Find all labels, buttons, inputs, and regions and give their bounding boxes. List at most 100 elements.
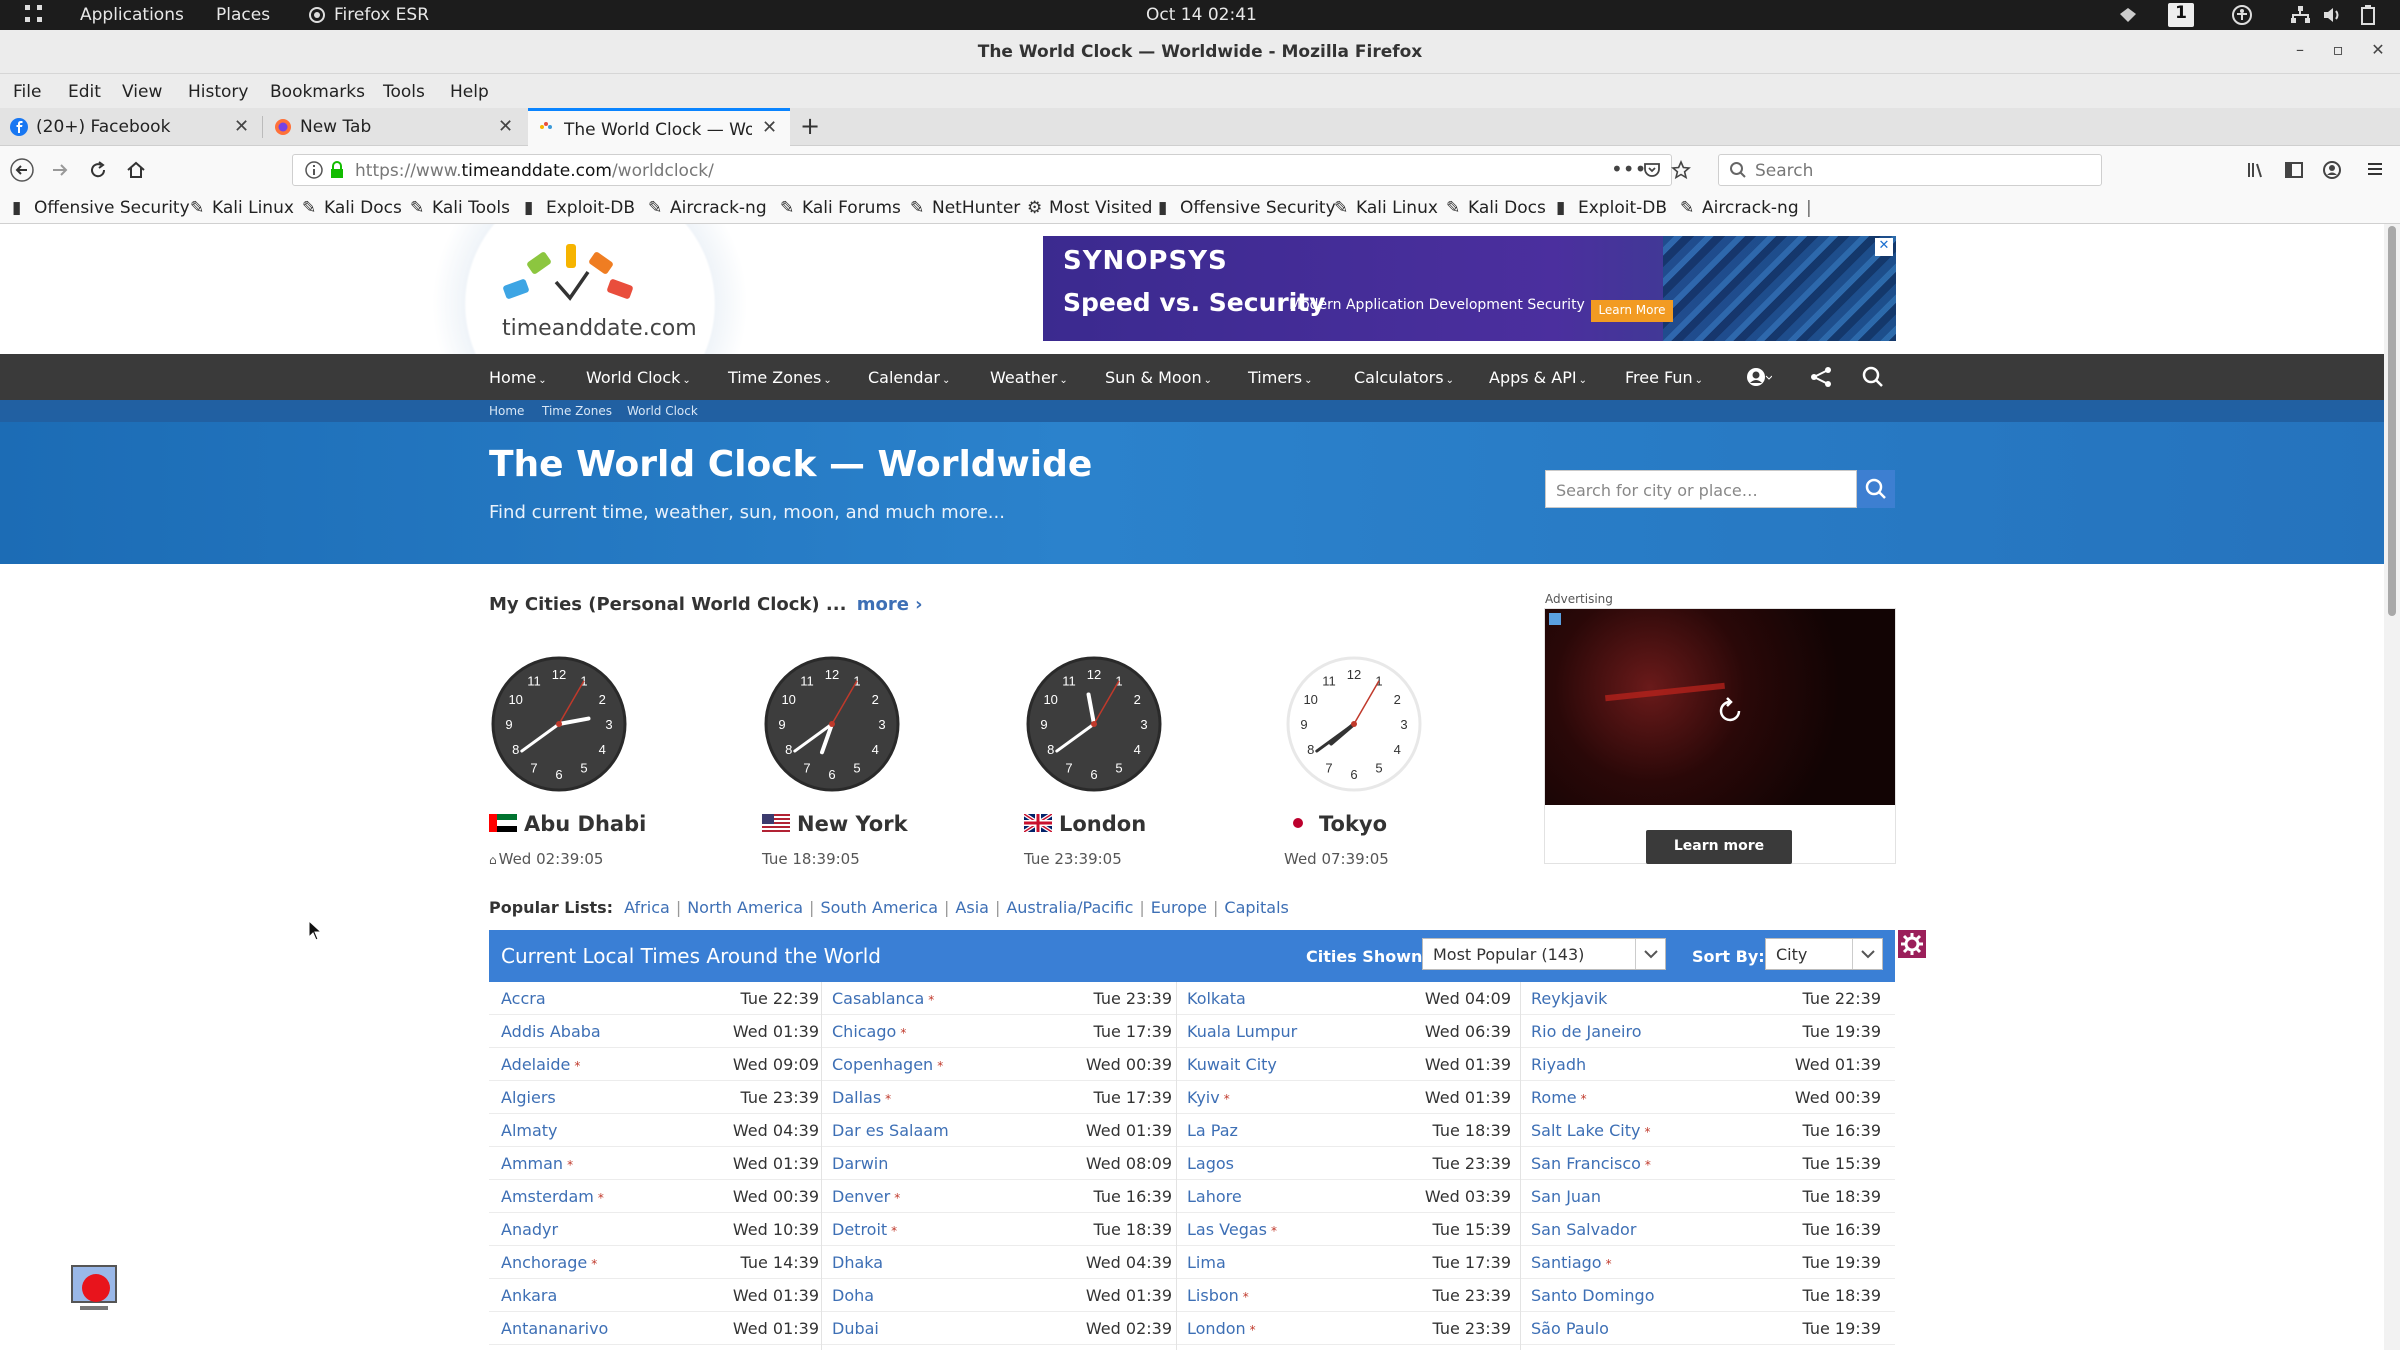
- city-link[interactable]: Casablanca *: [832, 989, 934, 1008]
- city-link[interactable]: Kyiv *: [1187, 1088, 1230, 1107]
- city-link[interactable]: Kolkata: [1187, 989, 1246, 1008]
- popular-list-link[interactable]: South America: [820, 898, 938, 917]
- share-icon[interactable]: [1810, 366, 1832, 388]
- city-link[interactable]: London *: [1187, 1319, 1256, 1338]
- bookmark-item[interactable]: ✎ Kali Tools: [410, 198, 510, 218]
- analog-clock[interactable]: 123456789101112: [762, 654, 902, 794]
- menu-edit[interactable]: Edit: [68, 82, 101, 102]
- breadcrumb-world-clock[interactable]: World Clock: [627, 404, 698, 418]
- city-name[interactable]: Tokyo: [1319, 812, 1387, 836]
- page-actions-icon[interactable]: •••: [1611, 157, 1646, 181]
- bookmark-item[interactable]: ▮ Offensive Security: [12, 198, 190, 218]
- url-bar[interactable]: https://www.timeanddate.com/worldclock/ …: [292, 154, 1691, 186]
- popular-list-link[interactable]: Europe: [1151, 898, 1207, 917]
- tab-world-clock[interactable]: The World Clock — Wor ✕: [528, 108, 790, 146]
- menu-tools[interactable]: Tools: [383, 82, 425, 102]
- city-search-input[interactable]: Search for city or place…: [1545, 470, 1857, 508]
- network-icon[interactable]: [2290, 5, 2310, 25]
- analog-clock[interactable]: 123456789101112: [1024, 654, 1164, 794]
- city-link[interactable]: Antananarivo: [501, 1319, 608, 1338]
- minimize-button[interactable]: –: [2288, 40, 2312, 59]
- city-link[interactable]: Darwin: [832, 1154, 888, 1173]
- browser-search-box[interactable]: Search: [1718, 154, 2102, 186]
- info-icon[interactable]: [305, 161, 323, 179]
- city-link[interactable]: São Paulo: [1531, 1319, 1609, 1338]
- bookmark-item[interactable]: ✎ Kali Docs: [1446, 198, 1546, 218]
- city-link[interactable]: Santiago *: [1531, 1253, 1612, 1272]
- city-link[interactable]: Accra: [501, 989, 546, 1008]
- new-tab-button[interactable]: +: [800, 112, 820, 140]
- bookmark-item[interactable]: ✎ Aircrack-ng: [1680, 198, 1799, 218]
- active-app-label[interactable]: Firefox ESR: [334, 5, 429, 25]
- network-tray-icon[interactable]: [2118, 6, 2138, 24]
- cities-shown-select[interactable]: Most Popular (143): [1422, 938, 1666, 970]
- popular-list-link[interactable]: Africa: [624, 898, 670, 917]
- menu-view[interactable]: View: [122, 82, 162, 102]
- nav-item-timers[interactable]: Timers ⌄: [1248, 368, 1312, 387]
- scrollbar-thumb[interactable]: [2388, 226, 2396, 616]
- back-button[interactable]: [10, 158, 34, 182]
- bookmark-item[interactable]: ✎ Kali Linux: [190, 198, 294, 218]
- settings-gear-icon[interactable]: [1898, 930, 1926, 958]
- city-name[interactable]: London: [1059, 812, 1146, 836]
- city-link[interactable]: Las Vegas *: [1187, 1220, 1277, 1239]
- city-link[interactable]: Amsterdam *: [501, 1187, 604, 1206]
- close-tab-icon[interactable]: ✕: [498, 116, 513, 137]
- city-link[interactable]: Copenhagen *: [832, 1055, 943, 1074]
- city-link[interactable]: Almaty: [501, 1121, 558, 1140]
- forward-button[interactable]: [50, 160, 70, 180]
- city-link[interactable]: Santo Domingo: [1531, 1286, 1654, 1305]
- city-link[interactable]: La Paz: [1187, 1121, 1238, 1140]
- account-icon[interactable]: [2322, 160, 2342, 180]
- popular-list-link[interactable]: North America: [687, 898, 803, 917]
- city-link[interactable]: Chicago *: [832, 1022, 906, 1041]
- city-link[interactable]: Dhaka: [832, 1253, 883, 1272]
- popular-list-link[interactable]: Asia: [955, 898, 989, 917]
- nav-item-time-zones[interactable]: Time Zones ⌄: [728, 368, 832, 387]
- city-link[interactable]: Dubai: [832, 1319, 879, 1338]
- workspace-indicator[interactable]: 1: [2168, 3, 2194, 27]
- city-link[interactable]: Riyadh: [1531, 1055, 1586, 1074]
- city-link[interactable]: Kuwait City: [1187, 1055, 1277, 1074]
- city-link[interactable]: Adelaide *: [501, 1055, 580, 1074]
- ad-learn-more-button[interactable]: Learn more: [1646, 830, 1792, 864]
- city-link[interactable]: Lima: [1187, 1253, 1226, 1272]
- popular-list-link[interactable]: Australia/Pacific: [1006, 898, 1133, 917]
- city-link[interactable]: Anchorage *: [501, 1253, 597, 1272]
- city-link[interactable]: Rome *: [1531, 1088, 1587, 1107]
- city-link[interactable]: Detroit *: [832, 1220, 897, 1239]
- logo-text[interactable]: timeanddate.com: [502, 316, 697, 341]
- bookmark-item[interactable]: ✎ Aircrack-ng: [648, 198, 767, 218]
- pocket-icon[interactable]: [1643, 161, 1661, 179]
- menu-help[interactable]: Help: [450, 82, 489, 102]
- sort-by-select[interactable]: City: [1765, 938, 1883, 970]
- city-link[interactable]: Reykjavik: [1531, 989, 1607, 1008]
- volume-icon[interactable]: [2322, 5, 2342, 25]
- city-link[interactable]: Amman *: [501, 1154, 573, 1173]
- nav-item-world-clock[interactable]: World Clock ⌄: [586, 368, 691, 387]
- city-link[interactable]: Lisbon *: [1187, 1286, 1249, 1305]
- city-link[interactable]: Dar es Salaam: [832, 1121, 949, 1140]
- bookmark-item[interactable]: ▮ Offensive Security: [1158, 198, 1336, 218]
- bookmark-star-icon[interactable]: [1671, 160, 1691, 180]
- city-link[interactable]: Doha: [832, 1286, 874, 1305]
- reload-button[interactable]: [88, 160, 108, 180]
- city-link[interactable]: Dallas *: [832, 1088, 891, 1107]
- city-link[interactable]: Lagos: [1187, 1154, 1234, 1173]
- apps-grid-icon[interactable]: [24, 4, 44, 24]
- close-tab-icon[interactable]: ✕: [234, 116, 249, 137]
- city-link[interactable]: Salt Lake City *: [1531, 1121, 1650, 1140]
- city-search-button[interactable]: [1857, 470, 1895, 508]
- city-link[interactable]: Algiers: [501, 1088, 556, 1107]
- adchoices-icon[interactable]: [1549, 613, 1561, 625]
- city-link[interactable]: Anadyr: [501, 1220, 558, 1239]
- page-scrollbar[interactable]: [2384, 224, 2400, 1350]
- menu-file[interactable]: File: [13, 82, 41, 102]
- ad-close-icon[interactable]: ✕: [1875, 238, 1893, 256]
- lock-icon[interactable]: [329, 161, 345, 179]
- library-icon[interactable]: [2246, 160, 2266, 180]
- close-tab-icon[interactable]: ✕: [762, 117, 777, 138]
- accessibility-icon[interactable]: [2232, 5, 2252, 25]
- places-menu[interactable]: Places: [216, 5, 270, 25]
- url-text[interactable]: https://www.timeanddate.com/worldclock/: [355, 161, 714, 181]
